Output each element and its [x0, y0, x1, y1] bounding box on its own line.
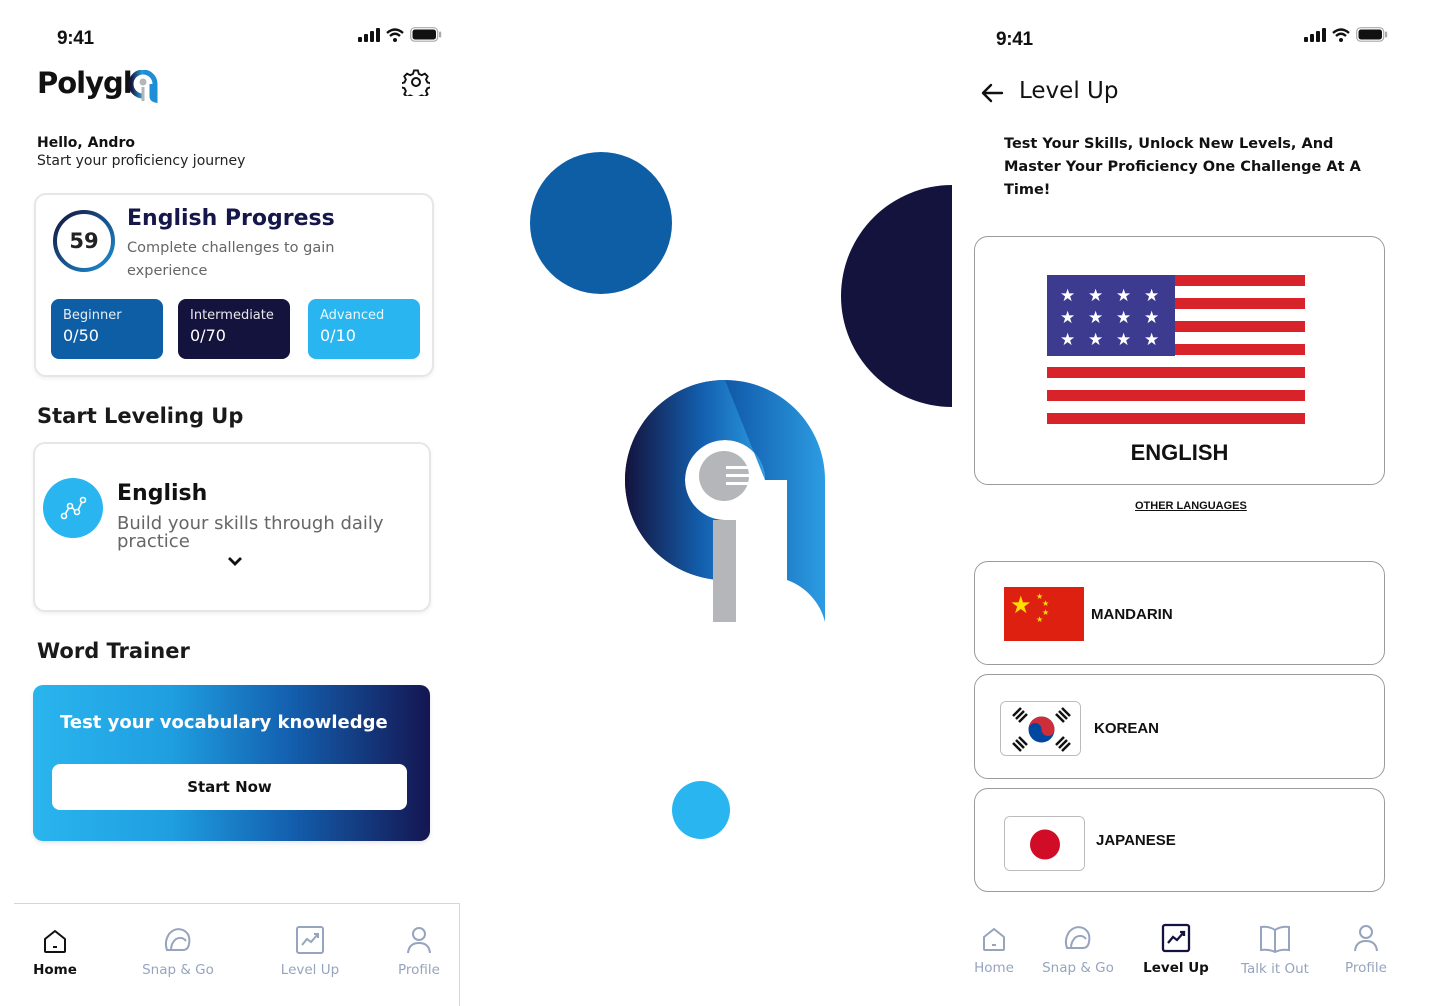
svg-text:★: ★ [1088, 286, 1103, 306]
chart-icon [296, 926, 324, 954]
tab-snap-go[interactable]: Snap & Go [138, 924, 218, 978]
course-subtitle: Build your skills through daily practice [117, 513, 384, 552]
home-icon [983, 928, 1005, 951]
svg-text:★: ★ [1144, 308, 1159, 328]
tab-label: Level Up [1143, 960, 1209, 976]
svg-text:★: ★ [1144, 330, 1159, 350]
level-advanced[interactable]: Advanced 0/10 [308, 299, 420, 359]
language-name: KOREAN [1094, 720, 1160, 737]
chat-bubble-icon [164, 928, 191, 951]
wifi-icon [386, 27, 404, 42]
person-icon [1354, 925, 1378, 952]
korea-flag [1001, 702, 1080, 755]
tab-label: Snap & Go [142, 962, 214, 978]
page-title: Level Up [1019, 78, 1119, 104]
trainer-heading: Word Trainer [37, 639, 190, 663]
svg-text:★: ★ [1060, 330, 1075, 350]
korea-flag-frame [1000, 701, 1081, 756]
book-icon [1260, 925, 1290, 954]
svg-text:★: ★ [1042, 599, 1049, 608]
tab-snap-go[interactable]: Snap & Go [1037, 922, 1119, 976]
japan-flag [1005, 817, 1084, 870]
svg-text:★: ★ [1060, 286, 1075, 306]
signal-icon [1304, 27, 1326, 42]
level-value: 0/10 [320, 326, 356, 345]
tab-label: Level Up [280, 962, 340, 978]
level-value: 0/50 [63, 326, 99, 345]
trainer-title: Test your vocabulary knowledge [60, 712, 388, 733]
svg-text:★: ★ [1116, 308, 1131, 328]
blue-circle-large [530, 152, 672, 294]
level-name: Beginner [63, 308, 122, 323]
gear-icon[interactable] [402, 68, 430, 96]
graph-nodes-icon [60, 496, 87, 520]
status-icons [358, 27, 442, 42]
language-name: JAPANESE [1096, 832, 1176, 849]
start-now-button[interactable]: Start Now [52, 764, 407, 810]
cyan-circle-small [672, 781, 730, 839]
featured-language-label: ENGLISH [1130, 440, 1229, 465]
greeting-name: Hello, Andro [37, 135, 135, 151]
tab-level-up[interactable]: Level Up [1142, 922, 1210, 976]
course-title: English [117, 481, 208, 506]
level-name: Intermediate [190, 308, 274, 323]
tab-level-up[interactable]: Level Up [275, 924, 345, 978]
tab-home[interactable]: Home [28, 926, 82, 978]
status-time: 9:41 [57, 28, 94, 49]
back-arrow-icon[interactable] [979, 80, 1005, 106]
word-trainer-card [33, 685, 430, 841]
status-time: 9:41 [996, 29, 1033, 50]
leveling-heading: Start Leveling Up [37, 404, 244, 428]
battery-icon [410, 27, 442, 42]
svg-text:★: ★ [1010, 591, 1032, 619]
svg-text:★: ★ [1088, 330, 1103, 350]
svg-text:★: ★ [1116, 286, 1131, 306]
logo-mark-icon [128, 70, 158, 104]
svg-text:★: ★ [1036, 615, 1043, 624]
level-name: Advanced [320, 308, 385, 323]
chat-bubble-icon [1064, 926, 1091, 949]
app-logo: Polygl [37, 66, 133, 100]
chevron-down-icon[interactable] [226, 554, 244, 568]
tab-talk-it-out[interactable]: Talk it Out [1236, 923, 1314, 977]
person-icon [407, 927, 431, 954]
tab-label: Home [974, 960, 1014, 976]
tab-label: Profile [398, 962, 440, 978]
tab-profile[interactable]: Profile [1338, 922, 1394, 976]
svg-text:★: ★ [1144, 286, 1159, 306]
chart-icon [1161, 923, 1191, 953]
tab-home[interactable]: Home [966, 924, 1022, 976]
svg-text:★: ★ [1088, 308, 1103, 328]
progress-subtitle: Complete challenges to gain experience [127, 240, 335, 279]
brand-illustration [530, 152, 952, 839]
language-name: MANDARIN [1091, 606, 1173, 623]
greeting-subtitle: Start your proficiency journey [37, 153, 246, 169]
japan-flag-frame [1004, 816, 1085, 871]
home-icon [44, 930, 66, 953]
tab-label: Home [33, 962, 77, 978]
progress-title: English Progress [127, 206, 335, 231]
other-languages-link[interactable]: OTHER LANGUAGES [1135, 500, 1247, 512]
china-flag: ★ ★ ★ ★ ★ [1004, 587, 1084, 641]
signal-icon [358, 27, 380, 42]
status-icons [1304, 27, 1388, 42]
svg-text:★: ★ [1116, 330, 1131, 350]
course-icon [43, 478, 103, 538]
level-value: 0/70 [190, 326, 226, 345]
level-beginner[interactable]: Beginner 0/50 [51, 299, 163, 359]
brand-logo-mark [625, 380, 825, 622]
tab-label: Talk it Out [1241, 961, 1309, 977]
battery-icon [1356, 27, 1388, 42]
level-intermediate[interactable]: Intermediate 0/70 [178, 299, 290, 359]
us-flag: ★ ★ ★ ★ ★ ★ ★ ★ ★ ★ ★ ★ [1047, 275, 1305, 427]
tab-label: Profile [1345, 960, 1387, 976]
svg-text:★: ★ [1060, 308, 1075, 328]
progress-score: 59 [69, 229, 99, 253]
navy-half-circle [841, 185, 952, 407]
wifi-icon [1332, 27, 1350, 42]
tab-profile[interactable]: Profile [391, 924, 447, 978]
tab-label: Snap & Go [1042, 960, 1114, 976]
page-subtitle: Test Your Skills, Unlock New Levels, And… [1004, 136, 1361, 198]
